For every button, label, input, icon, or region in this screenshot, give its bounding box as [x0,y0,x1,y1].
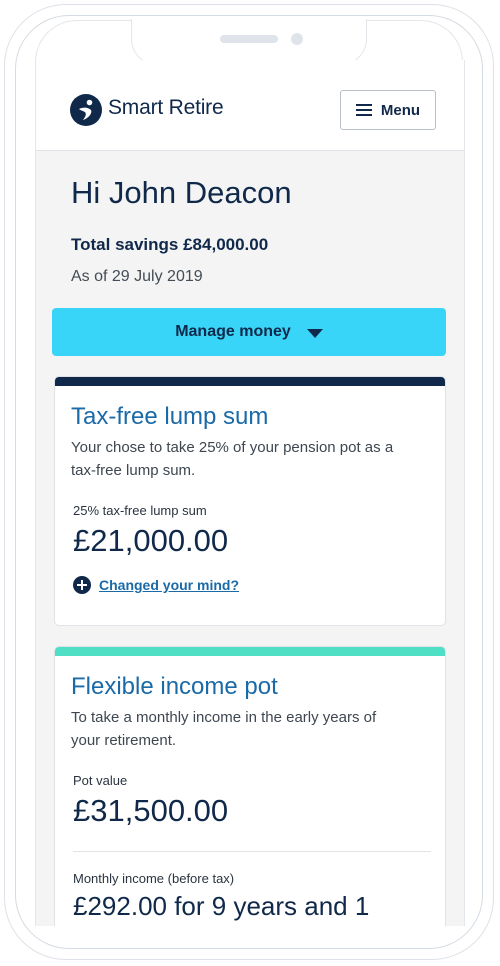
flexible-income-description: To take a monthly income in the early ye… [71,709,377,749]
flexible-income-card: Flexible income pot To take a monthly in… [54,646,446,926]
speaker-grille [220,35,278,43]
manage-money-label: Manage money [175,323,291,340]
changed-your-mind-label: Changed your mind? [99,577,239,593]
monthly-income-value: £292.00 for 9 years and 1 month (age 76) [73,891,370,926]
card-accent-bar [55,647,445,656]
pot-value-label: Pot value [73,773,128,788]
monthly-income-label: Monthly income (before tax) [73,871,235,886]
menu-label: Menu [380,101,421,119]
hamburger-icon [355,104,372,116]
flexible-income-title: Flexible income pot [71,673,278,700]
pot-value: £31,500.00 [73,793,229,828]
front-camera [291,33,303,45]
smart-retire-logo-icon[interactable] [70,94,102,126]
lump-sum-card: Tax-free lump sum Your chose to take 25%… [54,376,446,626]
lump-sum-value: £21,000.00 [73,523,229,558]
total-savings: Total savings £84,000.00 [71,235,269,254]
app-name: Smart Retire [108,96,224,119]
page-title: Hi John Deacon [71,175,292,210]
lump-sum-title: Tax-free lump sum [71,403,269,430]
app-screen: Smart Retire Menu Hi John Deacon Total s… [35,60,465,926]
divider [73,851,431,852]
menu-button[interactable]: Menu [340,90,436,130]
as-of-date: As of 29 July 2019 [71,268,203,285]
plus-circle-icon [73,576,91,594]
caret-down-icon [306,328,323,338]
lump-sum-value-label: 25% tax-free lump sum [73,503,207,518]
card-accent-bar [55,377,445,386]
lump-sum-description: Your chose to take 25% of your pension p… [71,439,394,479]
changed-your-mind-link[interactable]: Changed your mind? [73,576,239,594]
app-header: Smart Retire Menu [36,60,464,151]
manage-money-button[interactable]: Manage money [52,308,446,356]
